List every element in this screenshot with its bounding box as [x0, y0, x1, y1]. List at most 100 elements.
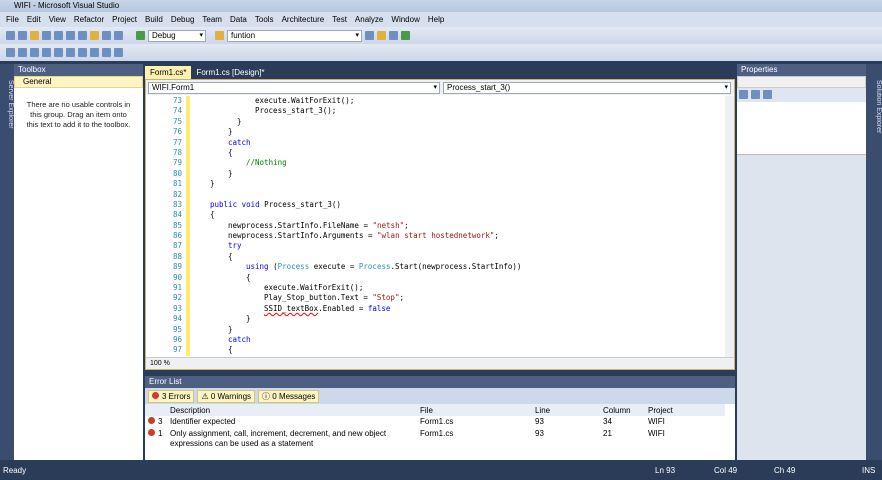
code-text: SSID_textBox.Enabled = false	[264, 304, 390, 314]
solution-config-combo[interactable]: Debug	[148, 29, 206, 42]
code-editor[interactable]: WIFI.Form1 Process_start_3() 73 execute.W…	[145, 79, 735, 370]
toolbox-icon[interactable]	[401, 31, 410, 40]
col-line[interactable]: Line	[532, 404, 600, 416]
code-text: {	[228, 252, 233, 262]
error-number: 3	[158, 417, 163, 426]
error-description: Identifier expected	[170, 417, 236, 426]
bookmark-icon[interactable]	[102, 48, 111, 57]
find-icon[interactable]	[215, 31, 224, 40]
tab-form1-cs[interactable]: Form1.cs*	[145, 66, 192, 79]
solution-explorer-icon[interactable]	[365, 31, 374, 40]
copy-icon[interactable]	[78, 31, 87, 40]
toolbar-icon[interactable]	[42, 48, 51, 57]
code-text: public void Process_start_3()	[210, 200, 341, 210]
code-text: try	[228, 241, 242, 251]
menu-build[interactable]: Build	[141, 15, 167, 24]
bookmark-icon[interactable]	[114, 48, 123, 57]
undo-icon[interactable]	[102, 31, 111, 40]
error-row[interactable]: 3 Identifier expected Form1.cs 93 34 WIF…	[145, 416, 725, 428]
server-explorer-strip[interactable]: Server Explorer	[0, 64, 14, 460]
error-list-title: Error List	[145, 376, 735, 388]
open-icon[interactable]	[30, 31, 39, 40]
menu-architecture[interactable]: Architecture	[278, 15, 329, 24]
categorized-icon[interactable]	[739, 90, 748, 99]
code-text: }	[228, 127, 233, 137]
zoom-level[interactable]: 100 %	[150, 360, 170, 367]
change-marker	[186, 189, 190, 200]
properties-object-combo[interactable]	[737, 76, 866, 88]
properties-icon[interactable]	[377, 31, 386, 40]
toolbox-empty-text: There are no usable controls in this gro…	[26, 100, 131, 129]
menu-data[interactable]: Data	[226, 15, 251, 24]
property-pages-icon[interactable]	[763, 90, 772, 99]
menu-debug[interactable]: Debug	[167, 15, 199, 24]
menu-test[interactable]: Test	[328, 15, 351, 24]
col-column[interactable]: Column	[600, 404, 645, 416]
menu-team[interactable]: Team	[198, 15, 226, 24]
toolbox-group-general[interactable]: General	[14, 76, 143, 88]
errors-filter-button[interactable]: 3 Errors	[148, 389, 195, 403]
line-number: 92	[172, 293, 182, 303]
menu-help[interactable]: Help	[424, 15, 448, 24]
class-combo[interactable]: WIFI.Form1	[148, 82, 440, 94]
menu-view[interactable]: View	[45, 15, 70, 24]
line-number: 90	[172, 272, 182, 282]
line-number: 87	[172, 241, 182, 251]
code-token: "Stop"	[372, 293, 400, 303]
code-text: }	[228, 325, 233, 335]
add-item-icon[interactable]	[18, 31, 27, 40]
line-number: 80	[172, 168, 182, 178]
code-line: 73 execute.WaitForExit();	[146, 96, 726, 107]
menu-refactor[interactable]: Refactor	[70, 15, 108, 24]
error-line: 93	[535, 429, 544, 438]
code-token: Play_Stop_button.Text =	[264, 293, 373, 303]
status-mode: INS	[862, 466, 876, 475]
horizontal-scrollbar[interactable]: 100 %	[146, 357, 734, 369]
redo-icon[interactable]	[114, 31, 123, 40]
warnings-filter-button[interactable]: ⚠ 0 Warnings	[197, 389, 256, 403]
change-marker	[186, 116, 190, 128]
object-browser-icon[interactable]	[389, 31, 398, 40]
code-token: }	[228, 168, 233, 178]
properties-title: Properties	[737, 64, 866, 76]
tab-form1-design[interactable]: Form1.cs [Design]*	[191, 66, 269, 79]
new-project-icon[interactable]	[6, 31, 15, 40]
paste-icon[interactable]	[90, 31, 99, 40]
menu-project[interactable]: Project	[108, 15, 141, 24]
col-project[interactable]: Project	[645, 404, 725, 416]
outdent-icon[interactable]	[66, 48, 75, 57]
cut-icon[interactable]	[66, 31, 75, 40]
save-icon[interactable]	[42, 31, 51, 40]
code-line: 94}	[146, 314, 726, 325]
indent-icon[interactable]	[54, 48, 63, 57]
menu-analyze[interactable]: Analyze	[351, 15, 387, 24]
vertical-scrollbar[interactable]	[725, 96, 734, 358]
menu-tools[interactable]: Tools	[251, 15, 278, 24]
alphabetical-icon[interactable]	[751, 90, 760, 99]
menu-file[interactable]: File	[2, 15, 23, 24]
member-combo[interactable]: Process_start_3()	[443, 82, 731, 94]
col-file[interactable]: File	[417, 404, 532, 416]
toolbar-icon[interactable]	[6, 48, 15, 57]
find-combo[interactable]: funtion	[227, 29, 362, 42]
col-description[interactable]: Description	[167, 404, 417, 416]
solution-explorer-strip[interactable]: Solution Explorer	[866, 64, 882, 460]
error-icon	[152, 391, 159, 399]
toolbar-icon[interactable]	[30, 48, 39, 57]
line-number: 73	[172, 96, 182, 105]
uncomment-icon[interactable]	[90, 48, 99, 57]
menu-edit[interactable]: Edit	[23, 15, 45, 24]
toolbar-icon[interactable]	[18, 48, 27, 57]
change-marker	[186, 158, 190, 169]
code-token: //Nothing	[246, 158, 287, 168]
save-all-icon[interactable]	[54, 31, 63, 40]
error-table: Description File Line Column Project 3 I…	[145, 404, 725, 450]
messages-filter-button[interactable]: ⓘ 0 Messages	[258, 389, 320, 403]
menu-bar: File Edit View Refactor Project Build Debug Tea…	[0, 12, 882, 27]
code-area[interactable]: 73 execute.WaitForExit(); 74 Process_start_…	[146, 96, 726, 358]
comment-icon[interactable]	[78, 48, 87, 57]
start-debug-icon[interactable]	[136, 31, 145, 40]
line-number: 83	[172, 199, 182, 209]
error-row[interactable]: 1 Only assignment, call, increment, decr…	[145, 428, 725, 450]
menu-window[interactable]: Window	[387, 15, 423, 24]
